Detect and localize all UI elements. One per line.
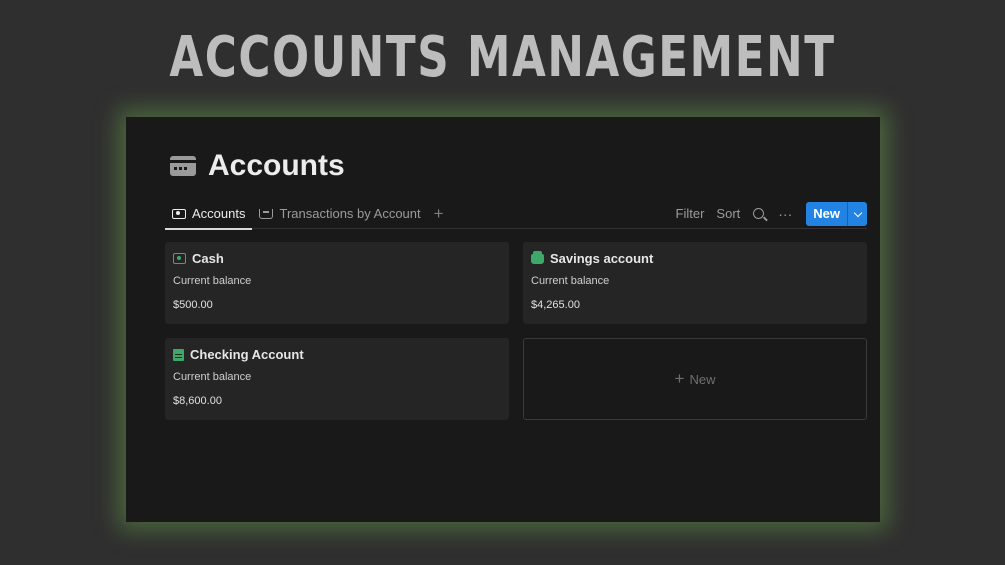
balance-value: $4,265.00	[531, 299, 580, 311]
sort-button[interactable]: Sort	[716, 206, 740, 221]
tray-icon	[259, 208, 274, 219]
new-button[interactable]: New	[806, 201, 867, 226]
balance-label: Current balance	[173, 275, 252, 287]
card-title: Savings account	[531, 250, 654, 266]
balance-label: Current balance	[531, 275, 610, 287]
app-window: Accounts Accounts Transactions by Accoun…	[126, 117, 880, 522]
filter-button[interactable]: Filter	[676, 206, 705, 221]
card-name: Checking Account	[190, 347, 304, 362]
balance-value: $8,600.00	[173, 395, 222, 407]
card-title: Checking Account	[173, 347, 304, 362]
card-title: Cash	[173, 251, 224, 266]
new-card-label: New	[689, 371, 716, 387]
balance-value: $500.00	[173, 299, 213, 311]
bank-icon	[531, 250, 544, 264]
hero-title: ACCOUNTS MANAGEMENT	[169, 25, 836, 90]
card-name: Savings account	[550, 251, 654, 266]
card-name: Cash	[192, 251, 224, 266]
cash-icon	[173, 253, 186, 264]
more-options-icon[interactable]: ···	[778, 207, 792, 221]
account-card-checking[interactable]: Checking Account Current balance $8,600.…	[165, 338, 509, 420]
money-icon	[172, 208, 186, 219]
tab-label: Transactions by Account	[279, 206, 421, 221]
page-header: Accounts	[170, 149, 345, 183]
view-toolbar: Accounts Transactions by Account + Filte…	[165, 199, 867, 230]
page-title: Accounts	[208, 149, 345, 182]
search-icon[interactable]	[753, 208, 765, 219]
chevron-down-icon[interactable]	[847, 201, 867, 226]
add-view-icon[interactable]: +	[434, 199, 444, 229]
plus-icon: +	[674, 369, 685, 388]
new-card-button[interactable]: + New	[523, 338, 867, 420]
new-button-label[interactable]: New	[806, 202, 847, 226]
toolbar-actions: Filter Sort ··· New	[664, 199, 867, 229]
account-card-cash[interactable]: Cash Current balance $500.00	[165, 242, 509, 324]
card-icon	[170, 156, 196, 176]
ledger-icon	[173, 348, 184, 361]
tab-accounts[interactable]: Accounts	[165, 199, 253, 230]
balance-label: Current balance	[173, 371, 252, 383]
tab-transactions-by-account[interactable]: Transactions by Account	[252, 199, 427, 229]
account-card-savings[interactable]: Savings account Current balance $4,265.0…	[523, 242, 867, 324]
tab-label: Accounts	[192, 206, 246, 221]
